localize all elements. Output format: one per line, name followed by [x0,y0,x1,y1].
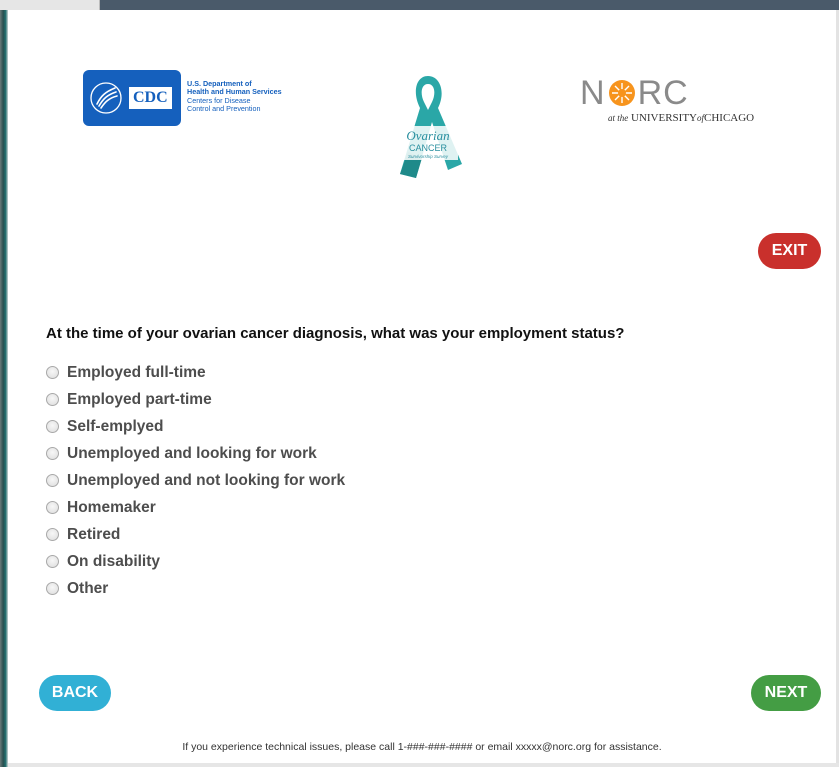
radio-button[interactable] [46,528,59,541]
option-other[interactable]: Other [46,575,345,602]
option-label[interactable]: On disability [67,553,160,571]
option-employed-full-time[interactable]: Employed full-time [46,359,345,386]
option-label[interactable]: Unemployed and not looking for work [67,472,345,490]
cdc-logo: CDC U.S. Department of Health and Human … [83,70,282,126]
option-self-employed[interactable]: Self-emplyed [46,413,345,440]
employment-status-options: Employed full-time Employed part-time Se… [46,359,345,602]
option-retired[interactable]: Retired [46,521,345,548]
option-label[interactable]: Other [67,580,108,598]
norc-sun-icon [608,80,635,106]
cdc-line-4: Control and Prevention [187,104,261,114]
option-employed-part-time[interactable]: Employed part-time [46,386,345,413]
hhs-eagle-icon [90,82,122,114]
radio-button[interactable] [46,474,59,487]
back-button[interactable]: BACK [39,675,111,711]
browser-tab-stub [0,0,100,10]
option-unemployed-looking[interactable]: Unemployed and looking for work [46,440,345,467]
footer-support-text: If you experience technical issues, plea… [182,741,662,753]
option-label[interactable]: Employed full-time [67,364,206,382]
ribbon-line-2: CANCER [409,143,448,153]
question-text: At the time of your ovarian cancer diagn… [46,325,625,342]
norc-letter-n: N [580,74,606,112]
cdc-wordmark: CDC [129,87,172,109]
norc-sub-main: UNIVERSITY [631,112,697,124]
ovarian-cancer-ribbon-logo: Ovarian CANCER Survivorship Survey [400,76,462,178]
option-on-disability[interactable]: On disability [46,548,345,575]
norc-logo: N RC at the UNIVERSITYofCHICAGO [580,76,754,124]
radio-button[interactable] [46,501,59,514]
radio-button[interactable] [46,555,59,568]
option-label[interactable]: Unemployed and looking for work [67,445,317,463]
norc-sub-end: CHICAGO [704,112,755,124]
survey-page: CDC U.S. Department of Health and Human … [8,10,836,763]
radio-button[interactable] [46,420,59,433]
window-bottom-edge [8,763,839,767]
exit-button[interactable]: EXIT [758,233,821,269]
cdc-logo-box: CDC [83,70,181,126]
browser-top-strip [100,0,839,10]
norc-university-line: at the UNIVERSITYofCHICAGO [608,112,754,124]
ribbon-line-3: Survivorship Survey [408,154,449,159]
window-left-edge [0,10,8,767]
norc-letters-rc: RC [637,74,689,112]
next-button[interactable]: NEXT [751,675,821,711]
option-label[interactable]: Self-emplyed [67,418,163,436]
radio-button[interactable] [46,393,59,406]
norc-sub-of: of [697,113,705,123]
cdc-logo-text: U.S. Department of Health and Human Serv… [187,79,282,114]
option-homemaker[interactable]: Homemaker [46,494,345,521]
radio-button[interactable] [46,366,59,379]
option-label[interactable]: Retired [67,526,120,544]
ribbon-line-1: Ovarian [406,128,449,143]
radio-button[interactable] [46,582,59,595]
option-label[interactable]: Employed part-time [67,391,212,409]
option-unemployed-not-looking[interactable]: Unemployed and not looking for work [46,467,345,494]
radio-button[interactable] [46,447,59,460]
norc-sub-prefix: at the [608,113,629,123]
option-label[interactable]: Homemaker [67,499,156,517]
norc-wordmark: N RC [580,76,754,110]
